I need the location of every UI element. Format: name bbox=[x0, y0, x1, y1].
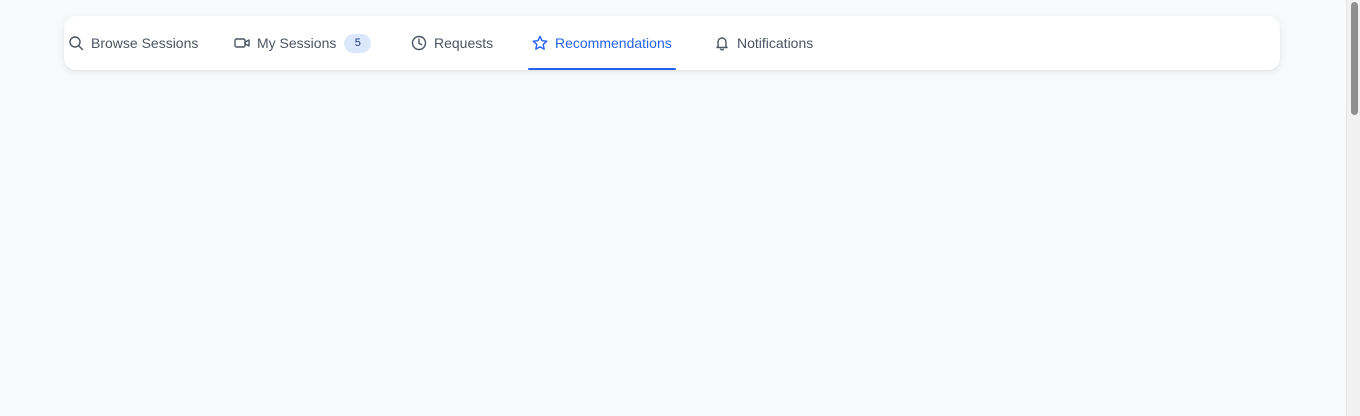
tab-label: Notifications bbox=[737, 35, 814, 51]
tab-label: My Sessions bbox=[257, 35, 337, 51]
clock-icon bbox=[411, 35, 427, 51]
bell-icon bbox=[714, 35, 730, 51]
tab-notifications[interactable]: Notifications bbox=[714, 16, 813, 70]
tab-label: Browse Sessions bbox=[91, 35, 199, 51]
star-icon bbox=[532, 35, 548, 51]
search-icon bbox=[68, 35, 84, 51]
scrollbar-thumb[interactable] bbox=[1351, 2, 1358, 115]
video-camera-icon bbox=[234, 35, 250, 51]
tab-bar: Browse Sessions My Sessions 5 Requests R… bbox=[64, 16, 1280, 70]
tab-label: Requests bbox=[434, 35, 494, 51]
tab-my-sessions[interactable]: My Sessions 5 bbox=[234, 16, 372, 70]
tab-recommendations[interactable]: Recommendations bbox=[528, 16, 676, 70]
tab-label: Recommendations bbox=[555, 35, 672, 51]
session-count-badge: 5 bbox=[344, 33, 372, 53]
tab-requests[interactable]: Requests bbox=[411, 16, 493, 70]
vertical-scrollbar[interactable] bbox=[1346, 0, 1360, 416]
page: Browse Sessions My Sessions 5 Requests R… bbox=[0, 0, 1360, 416]
tab-browse-sessions[interactable]: Browse Sessions bbox=[68, 16, 198, 70]
